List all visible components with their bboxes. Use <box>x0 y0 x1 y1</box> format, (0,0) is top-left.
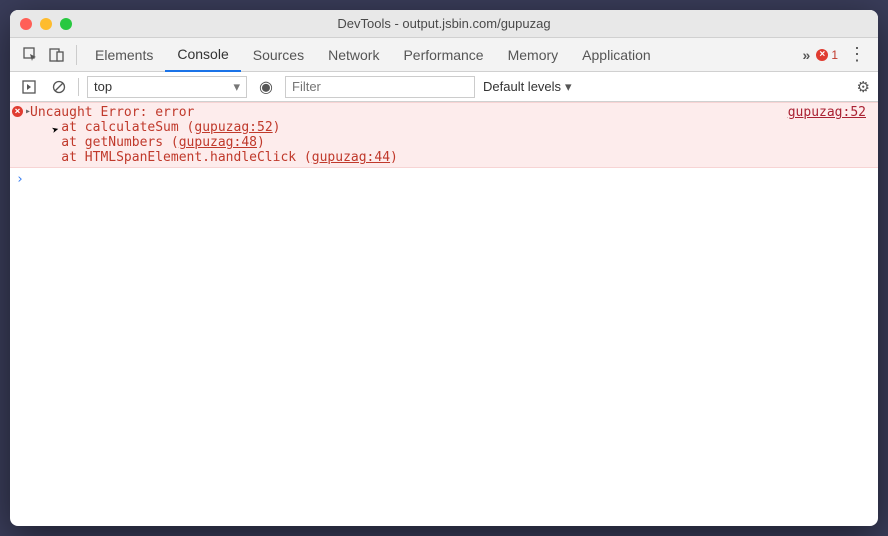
inspect-element-icon[interactable] <box>21 45 41 65</box>
tab-performance[interactable]: Performance <box>391 38 495 72</box>
maximize-window-button[interactable] <box>60 18 72 30</box>
toggle-drawer-button[interactable] <box>18 76 40 98</box>
tab-application[interactable]: Application <box>570 38 663 72</box>
titlebar: DevTools - output.jsbin.com/gupuzag <box>10 10 878 38</box>
separator <box>76 45 77 65</box>
tab-sources[interactable]: Sources <box>241 38 316 72</box>
log-levels-label: Default levels <box>483 79 561 94</box>
tab-memory[interactable]: Memory <box>496 38 571 72</box>
panel-tabbar: Elements Console Sources Network Perform… <box>10 38 878 72</box>
log-levels-dropdown[interactable]: Default levels <box>483 79 572 95</box>
error-icon <box>12 106 23 117</box>
tab-elements[interactable]: Elements <box>83 38 165 72</box>
stack-link-2[interactable]: gupuzag:44 <box>312 150 390 165</box>
tab-console[interactable]: Console <box>165 38 240 72</box>
error-icon <box>816 49 828 61</box>
tab-network[interactable]: Network <box>316 38 391 72</box>
console-output: ▸ Uncaught Error: error at calculateSum … <box>10 102 878 526</box>
live-expression-button[interactable]: ◉ <box>255 76 277 98</box>
tabs-overflow-button[interactable]: » <box>797 38 817 72</box>
more-options-button[interactable]: ⋮ <box>844 44 870 65</box>
filter-input[interactable] <box>285 76 475 98</box>
console-error-message[interactable]: ▸ Uncaught Error: error at calculateSum … <box>10 102 878 168</box>
context-selector-value: top <box>94 79 112 94</box>
close-window-button[interactable] <box>20 18 32 30</box>
console-toolbar: top ◉ Default levels ⚙ <box>10 72 878 102</box>
stack-link-0[interactable]: gupuzag:52 <box>194 120 272 135</box>
console-prompt[interactable]: › <box>10 168 878 191</box>
clear-console-button[interactable] <box>48 76 70 98</box>
device-toolbar-icon[interactable] <box>47 45 67 65</box>
error-summary: Uncaught Error: error <box>30 105 194 120</box>
devtools-window: DevTools - output.jsbin.com/gupuzag Elem… <box>10 10 878 526</box>
error-source-link[interactable]: gupuzag:52 <box>788 105 872 165</box>
console-settings-button[interactable]: ⚙ <box>857 78 870 96</box>
context-selector[interactable]: top <box>87 76 247 98</box>
error-count: 1 <box>831 48 838 62</box>
error-count-badge[interactable]: 1 <box>816 48 838 62</box>
stack-link-1[interactable]: gupuzag:48 <box>179 135 257 150</box>
traffic-lights <box>20 18 72 30</box>
minimize-window-button[interactable] <box>40 18 52 30</box>
separator <box>78 78 79 96</box>
error-text: Uncaught Error: error at calculateSum (g… <box>30 105 788 165</box>
expand-stack-icon[interactable]: ▸ <box>25 106 31 117</box>
window-title: DevTools - output.jsbin.com/gupuzag <box>10 16 878 31</box>
